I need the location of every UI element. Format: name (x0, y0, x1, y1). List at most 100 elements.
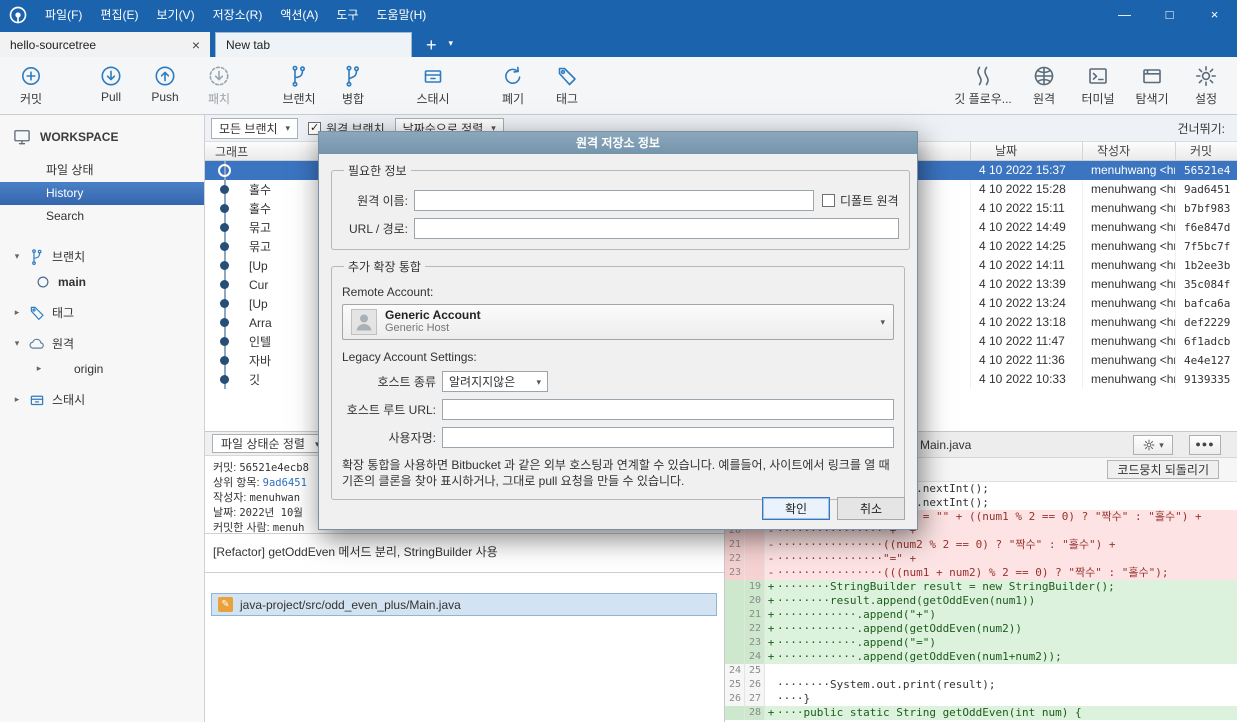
new-line-number: 23 (745, 636, 765, 650)
new-line-number: 20 (745, 594, 765, 608)
menu-item[interactable]: 보기(V) (147, 0, 203, 30)
url-path-input[interactable] (414, 218, 899, 239)
diff-options-dropdown[interactable] (1133, 435, 1173, 455)
diff-more-menu-button[interactable]: ●●● (1189, 435, 1221, 455)
column-header-author[interactable]: 작성자 (1082, 142, 1175, 160)
toolbar-button[interactable]: 병합 (326, 64, 380, 107)
commit-hash-cell: 7f5bc7f (1175, 237, 1237, 256)
patch-icon (207, 64, 231, 88)
toolbar-button-label: 폐기 (501, 92, 525, 106)
host-root-url-label: 호스트 루트 URL: (346, 403, 436, 417)
menu-item[interactable]: 액션(A) (271, 0, 327, 30)
ok-button[interactable]: 확인 (762, 497, 830, 520)
tab-new[interactable]: New tab (215, 32, 412, 57)
menu-item[interactable]: 도구 (327, 0, 367, 30)
file-sort-dropdown[interactable]: 파일 상태순 정렬 (212, 434, 329, 453)
tab-label: New tab (226, 38, 271, 52)
chevron-icon[interactable] (12, 338, 22, 349)
commit-date-cell: 4 10 2022 14:25 (970, 237, 1082, 256)
sidebar-tree-item[interactable]: origin (0, 356, 204, 381)
cancel-button[interactable]: 취소 (837, 497, 905, 520)
toolbar-button[interactable]: 폐기 (486, 64, 540, 107)
chevron-icon[interactable] (12, 394, 22, 405)
add-tab-button[interactable] (426, 37, 437, 53)
commit-hash-cell: f6e847d (1175, 218, 1237, 237)
toolbar-button[interactable]: 커밋 (4, 64, 58, 107)
diff-line: 22 ············.append(getOddEven(num2)) (725, 622, 1237, 636)
integration-group: 추가 확장 통합 Remote Account: Generic Account… (331, 258, 905, 500)
username-input[interactable] (442, 427, 894, 448)
diff-line: 24 ············.append(getOddEven(num1+n… (725, 650, 1237, 664)
commit-author-cell: menuhwang <hm (1082, 256, 1175, 275)
toolbar-button[interactable]: 태그 (540, 64, 594, 107)
menu-item[interactable]: 파일(F) (36, 0, 91, 30)
commit-info-value: 56521e4ecb8 (239, 462, 309, 474)
column-header-date[interactable]: 날짜 (970, 142, 1082, 160)
commit-date-cell: 4 10 2022 13:24 (970, 294, 1082, 313)
tab-repo[interactable]: hello-sourcetree (0, 32, 210, 57)
toolbar-button-label: 터미널 (1081, 92, 1115, 106)
toolbar-button[interactable]: 탐색기 (1125, 64, 1179, 107)
sidebar-nav-item[interactable]: Search (0, 205, 204, 228)
tab-list-caret-icon[interactable] (449, 38, 454, 49)
menu-item[interactable]: 편집(E) (91, 0, 147, 30)
menu-bar: 파일(F) 편집(E) 보기(V) 저장소(R) 액션(A) 도구 도움말(H) (36, 0, 435, 30)
remote-icon (1032, 64, 1056, 88)
chevron-icon[interactable] (12, 307, 22, 318)
close-tab-icon[interactable] (192, 38, 200, 52)
revert-hunk-button[interactable]: 코드뭉치 되돌리기 (1107, 460, 1219, 479)
default-remote-checkbox[interactable] (822, 194, 835, 207)
toolbar-button[interactable]: 브랜치 (272, 64, 326, 107)
commit-author-cell: menuhwang <hm (1082, 218, 1175, 237)
chevron-icon[interactable] (34, 363, 44, 374)
url-path-label: URL / 경로: (349, 222, 408, 236)
chevron-icon[interactable] (12, 251, 22, 262)
host-root-url-input[interactable] (442, 399, 894, 420)
file-row[interactable]: java-project/src/odd_even_plus/Main.java (211, 593, 717, 616)
sidebar-tree-item[interactable]: 스태시 (0, 387, 204, 412)
sidebar-tree-item[interactable]: 원격 (0, 331, 204, 356)
diff-code: ········System.out.print(result); (777, 678, 996, 691)
diff-code: ················((num2 % 2 == 0) ? "짝수" … (777, 538, 1116, 551)
commit-hash-cell: 9ad6451 (1175, 180, 1237, 199)
remote-name-input[interactable] (414, 190, 814, 211)
toolbar-button[interactable]: Push (138, 64, 192, 104)
graph-dot-icon (220, 299, 229, 308)
diff-sign (765, 636, 777, 650)
commit-author-cell: menuhwang <hm (1082, 313, 1175, 332)
host-type-select[interactable]: 알려지지않은 (442, 371, 548, 392)
diff-line: 22 ················"=" + (725, 552, 1237, 566)
remote-account-select[interactable]: Generic Account Generic Host (342, 304, 894, 340)
toolbar-button-label: 스태시 (416, 92, 450, 106)
maximize-button[interactable]: □ (1147, 0, 1192, 30)
old-line-number: 23 (725, 566, 745, 580)
sidebar-tree-item[interactable]: 태그 (0, 300, 204, 325)
close-button[interactable]: × (1192, 0, 1237, 30)
commit-author-cell: menuhwang <hm (1082, 370, 1175, 389)
terminal-icon (1086, 64, 1110, 88)
commit-info-value: menuhwan (249, 492, 301, 504)
toolbar-button[interactable]: Pull (84, 64, 138, 104)
menu-item[interactable]: 저장소(R) (204, 0, 272, 30)
toolbar-button[interactable]: 깃 플로우... (949, 64, 1017, 107)
toolbar-button[interactable]: 설정 (1179, 64, 1233, 107)
commit-hash-cell: bafca6a (1175, 294, 1237, 313)
commit-hash-cell: 56521e4 (1184, 164, 1231, 177)
branch-filter-dropdown[interactable]: 모든 브랜치 (211, 117, 299, 139)
diff-code: ········result.append(getOddEven(num1)) (777, 594, 1036, 607)
toolbar-button[interactable]: 터미널 (1071, 64, 1125, 107)
commit-info-value: 9ad6451 (262, 477, 307, 489)
toolbar-button[interactable]: 원격 (1017, 64, 1071, 107)
sidebar-nav-item[interactable]: History (0, 182, 204, 205)
minimize-button[interactable]: — (1102, 0, 1147, 30)
changed-file-list: java-project/src/odd_even_plus/Main.java (205, 573, 724, 616)
commit-author-cell: menuhwang <hm (1082, 351, 1175, 370)
commit-date-cell: 4 10 2022 15:28 (970, 180, 1082, 199)
menu-item[interactable]: 도움말(H) (368, 0, 436, 30)
column-header-commit[interactable]: 커밋 (1175, 142, 1237, 160)
toolbar-button[interactable]: 패치 (192, 64, 246, 107)
toolbar-button[interactable]: 스태시 (406, 64, 460, 107)
sidebar-tree-item[interactable]: main (0, 269, 204, 294)
sidebar-nav-item[interactable]: 파일 상태 (0, 159, 204, 182)
sidebar-tree-item[interactable]: 브랜치 (0, 244, 204, 269)
